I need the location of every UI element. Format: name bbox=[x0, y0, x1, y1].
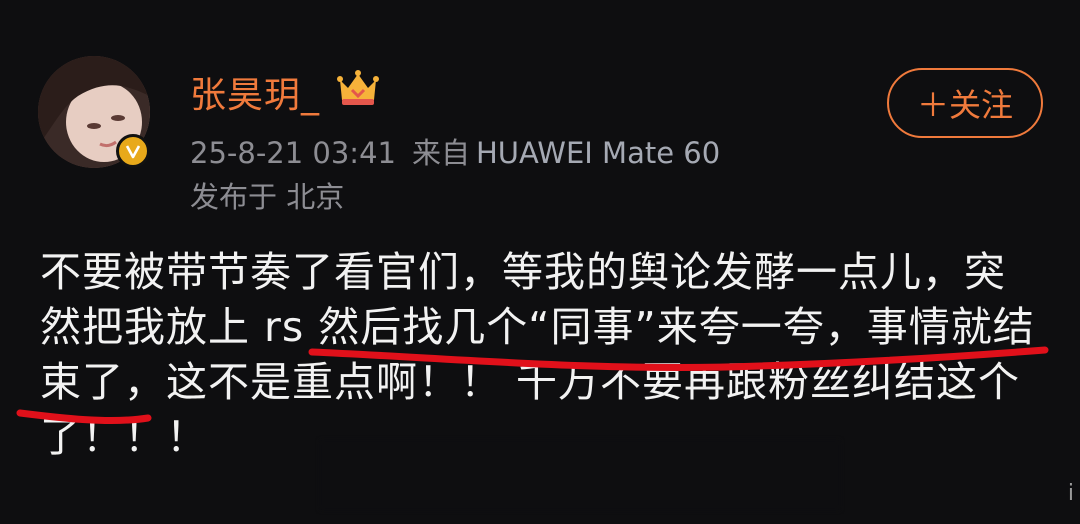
post-location: 发布于 北京 bbox=[190, 180, 345, 214]
source-label: 来自 bbox=[411, 136, 470, 170]
post-timestamp: 25-8-21 03:41 bbox=[190, 136, 396, 170]
post-meta: 25-8-21 03:41 来自 HUAWEI Mate 60 bbox=[190, 130, 720, 172]
follow-button[interactable]: ＋关注 bbox=[887, 68, 1043, 138]
corner-tag: i bbox=[1067, 481, 1074, 506]
username[interactable]: 张昊玥_ bbox=[190, 66, 320, 118]
weibo-post: 张昊玥_ 25-8-21 03:41 来自 HUAWEI Mate 60 发布于 北… bbox=[0, 0, 1080, 524]
vip-crown-icon bbox=[337, 70, 379, 105]
redaction-scribble bbox=[320, 440, 840, 510]
post-line: 束了，这不是重点啊！！ 千万不要再跟粉丝纠结这个 bbox=[40, 358, 1021, 406]
post-line: 然把我放上 rs 然后找几个“同事”来夸一夸，事情就结 bbox=[40, 303, 1035, 351]
verified-badge-icon bbox=[116, 134, 150, 168]
post-line: 不要被带节奏了看官们，等我的舆论发酵一点儿，突 bbox=[40, 248, 1006, 296]
device-name[interactable]: HUAWEI Mate 60 bbox=[476, 136, 720, 170]
post-body: 不要被带节奏了看官们，等我的舆论发酵一点儿，突 然把我放上 rs 然后找几个“同… bbox=[40, 245, 1040, 465]
